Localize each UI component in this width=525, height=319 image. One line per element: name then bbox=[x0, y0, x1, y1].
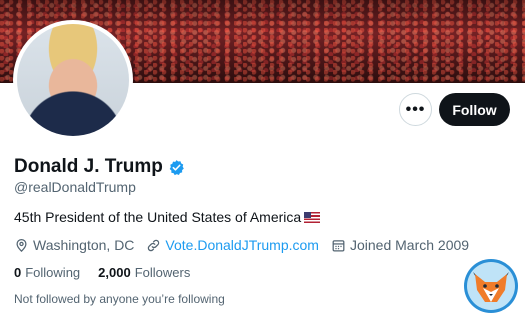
follow-button-label: Follow bbox=[452, 101, 497, 118]
following-stat[interactable]: 0 Following bbox=[14, 265, 80, 280]
follow-button[interactable]: Follow bbox=[439, 93, 510, 126]
website-item[interactable]: Vote.DonaldJTrump.com bbox=[146, 237, 319, 253]
avatar-photo bbox=[17, 24, 129, 136]
followers-label: Followers bbox=[134, 265, 191, 280]
name-row: Donald J. Trump bbox=[14, 156, 185, 178]
more-options-label: ••• bbox=[405, 100, 426, 118]
profile-bio: 45th President of the United States of A… bbox=[14, 209, 321, 225]
fox-logo-icon bbox=[464, 259, 518, 313]
website-link[interactable]: Vote.DonaldJTrump.com bbox=[165, 237, 319, 253]
location-item: Washington, DC bbox=[14, 237, 134, 253]
user-handle: @realDonaldTrump bbox=[14, 179, 136, 195]
joined-item: Joined March 2009 bbox=[331, 237, 469, 253]
mutual-followers-note: Not followed by anyone you’re following bbox=[14, 292, 225, 306]
bio-text: 45th President of the United States of A… bbox=[14, 209, 302, 225]
joined-text: Joined March 2009 bbox=[349, 237, 470, 253]
display-name: Donald J. Trump bbox=[14, 156, 163, 177]
us-flag-icon bbox=[304, 211, 321, 223]
following-label: Following bbox=[25, 265, 81, 280]
follow-stats: 0 Following 2,000 Followers bbox=[14, 265, 208, 280]
following-count: 0 bbox=[14, 265, 22, 280]
location-text: Washington, DC bbox=[33, 237, 135, 253]
link-icon bbox=[148, 239, 160, 251]
more-options-button[interactable]: ••• bbox=[399, 93, 432, 126]
calendar-icon bbox=[332, 239, 345, 251]
followers-count: 2,000 bbox=[98, 265, 131, 280]
verified-badge-icon bbox=[169, 159, 184, 175]
profile-meta: Washington, DC Vote.DonaldJTrump.com Joi… bbox=[14, 237, 481, 253]
profile-avatar[interactable] bbox=[13, 20, 133, 140]
followers-stat[interactable]: 2,000 Followers bbox=[98, 265, 190, 280]
location-pin-icon bbox=[16, 238, 27, 252]
